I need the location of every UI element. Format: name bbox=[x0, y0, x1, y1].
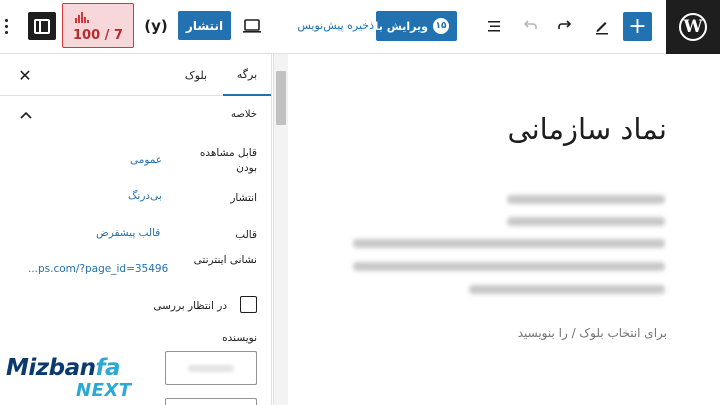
document-overview-button[interactable] bbox=[480, 12, 508, 40]
template-label: قالب bbox=[235, 229, 257, 241]
pending-review-checkbox[interactable] bbox=[240, 296, 257, 313]
chart-icon bbox=[75, 12, 89, 23]
block-inserter-button[interactable]: + bbox=[623, 12, 652, 41]
wordpress-logo-icon: W bbox=[679, 13, 707, 41]
laptop-icon bbox=[243, 19, 261, 33]
template-value[interactable]: قالب پیشفرض bbox=[96, 227, 160, 239]
sidebar-scrollbar[interactable] bbox=[273, 54, 288, 405]
url-value[interactable]: ...ps.com/?page_id=35496 bbox=[28, 263, 168, 275]
watermark-logo: Mizbanfa NEXT bbox=[6, 355, 132, 401]
settings-sidebar-toggle[interactable] bbox=[28, 12, 56, 40]
summary-panel-toggle[interactable]: خلاصه bbox=[0, 104, 271, 128]
redo-icon bbox=[558, 20, 572, 29]
yoast-seo-button[interactable]: (y) bbox=[142, 14, 170, 38]
more-options-icon[interactable] bbox=[2, 14, 10, 38]
publish-label: انتشار bbox=[230, 192, 257, 204]
sidebar-icon bbox=[34, 18, 50, 34]
summary-panel-title: خلاصه bbox=[230, 109, 257, 120]
redo-button[interactable] bbox=[551, 12, 579, 40]
seo-score-value: 100 / 7 bbox=[73, 28, 123, 43]
url-label: نشانی اینترنتی bbox=[193, 254, 257, 266]
seo-score-button[interactable]: 100 / 7 bbox=[62, 3, 134, 48]
tab-block[interactable]: بلوک bbox=[172, 54, 220, 96]
undo-button[interactable] bbox=[516, 12, 544, 40]
visibility-label: قابل مشاهده بودن bbox=[199, 147, 257, 175]
visibility-value[interactable]: عمومی bbox=[130, 154, 162, 166]
save-draft-button[interactable]: ذخیره پیش‌نویس bbox=[276, 19, 374, 32]
secondary-field[interactable] bbox=[165, 398, 257, 405]
post-title[interactable]: نماد سازمانی bbox=[349, 112, 667, 146]
block-appender-placeholder[interactable]: برای انتخاب بلوک / را بنویسید bbox=[369, 326, 667, 340]
author-select[interactable] bbox=[165, 351, 257, 385]
list-view-icon bbox=[488, 21, 500, 32]
publish-button[interactable]: انتشار bbox=[178, 11, 231, 40]
editor-canvas[interactable]: نماد سازمانی برای انتخاب بلوک / را بنویس… bbox=[289, 54, 720, 405]
pending-review-label: در انتظار بررسی bbox=[153, 300, 227, 312]
plus-icon: + bbox=[628, 13, 647, 39]
view-post-label: ویرایش با bbox=[376, 19, 428, 33]
preview-button[interactable] bbox=[240, 14, 264, 38]
settings-sidebar: ✕ برگه بلوک خلاصه قابل مشاهده بودن عمومی… bbox=[0, 54, 272, 405]
wordpress-logo-button[interactable]: W bbox=[666, 0, 720, 54]
author-label: نویسنده bbox=[222, 332, 257, 344]
pen-icon bbox=[596, 22, 608, 35]
editor-header: W + ویرایش با ۱۵ ذخیره پیش‌نویس bbox=[0, 0, 720, 54]
undo-icon bbox=[523, 20, 537, 29]
close-icon: ✕ bbox=[18, 65, 32, 85]
sidebar-tabs: ✕ برگه بلوک bbox=[0, 54, 271, 96]
tools-button[interactable] bbox=[588, 12, 616, 40]
yoast-icon: (y) bbox=[144, 17, 168, 35]
publish-value[interactable]: بی‌درنگ bbox=[128, 190, 162, 202]
view-post-button[interactable]: ویرایش با ۱۵ bbox=[376, 11, 457, 41]
scrollbar-thumb[interactable] bbox=[276, 71, 286, 125]
close-sidebar-button[interactable]: ✕ bbox=[14, 64, 36, 86]
tab-page[interactable]: برگه bbox=[223, 54, 271, 96]
view-post-badge: ۱۵ bbox=[433, 18, 449, 34]
chevron-up-icon bbox=[20, 111, 32, 119]
